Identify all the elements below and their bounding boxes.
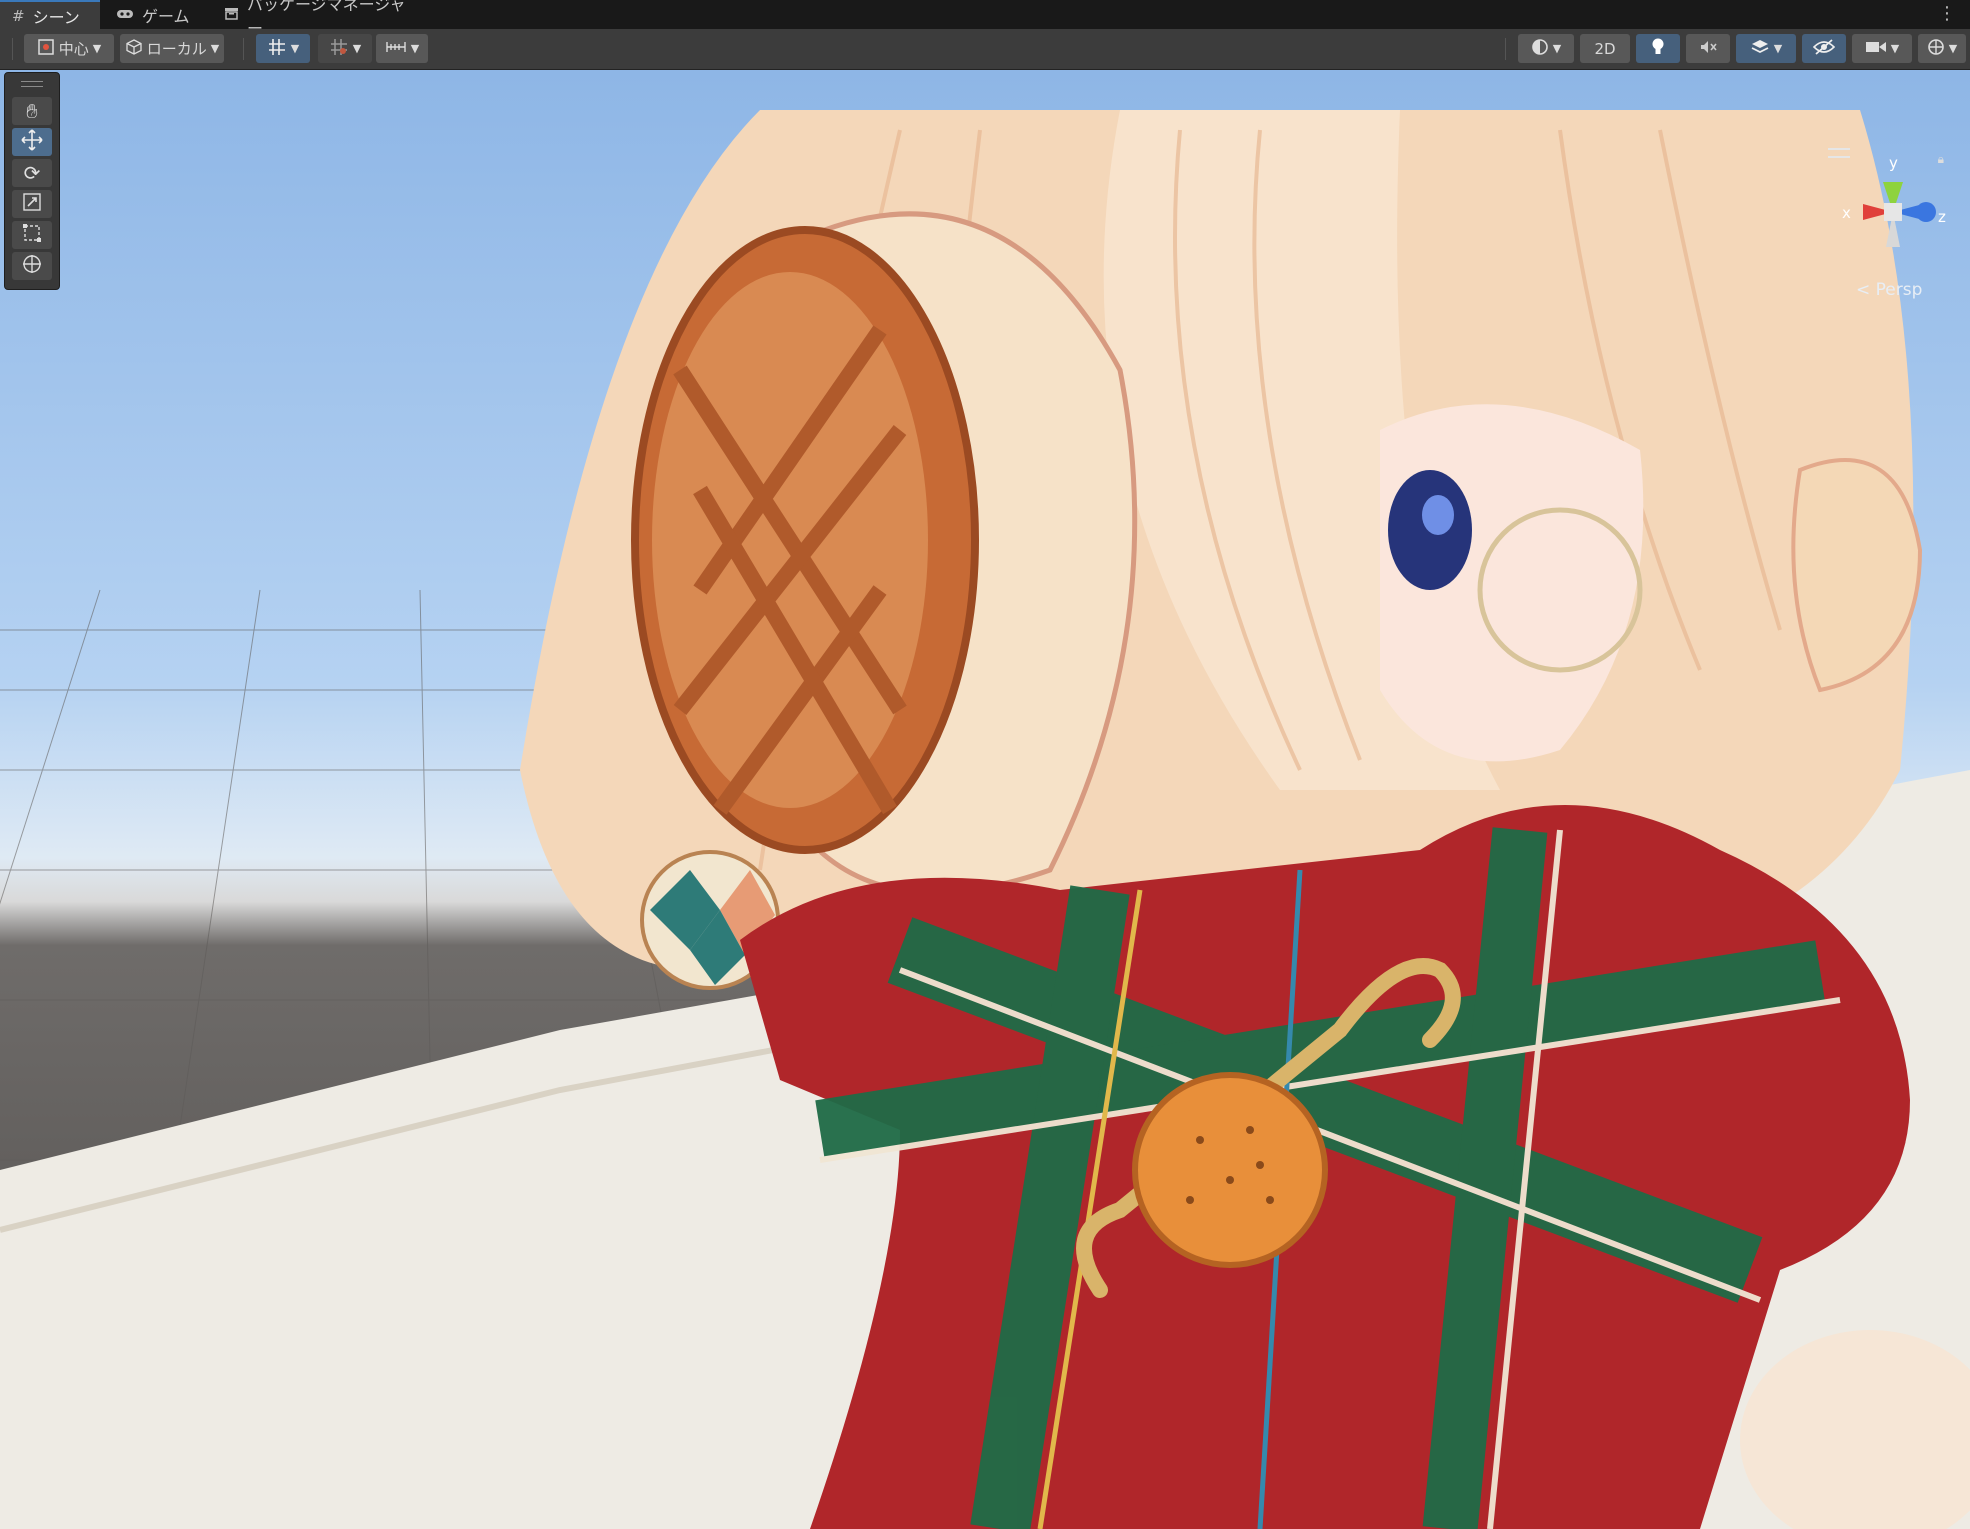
scale-icon	[22, 192, 42, 217]
pivot-mode-label: 中心	[58, 40, 89, 58]
chevron-down-icon: ▼	[1773, 42, 1783, 55]
toolbar-divider	[1505, 38, 1506, 60]
waffle-earmuff	[631, 226, 979, 854]
draw-mode-dropdown[interactable]: ▼	[1518, 34, 1574, 63]
editor-tab-bar: # シーン ゲーム パッケージマネージャー ⋮	[0, 0, 1970, 38]
gizmos-dropdown[interactable]: ▼	[1918, 34, 1966, 63]
toolbar-divider	[243, 38, 244, 60]
gizmo-y-label: y	[1889, 154, 1898, 172]
move-arrows-icon	[21, 128, 43, 156]
ruler-icon	[385, 39, 407, 59]
lighting-toggle[interactable]	[1636, 34, 1680, 63]
lock-icon[interactable]: 🔒︎	[1938, 152, 1944, 167]
drag-handle-icon[interactable]	[21, 81, 43, 87]
package-icon	[224, 6, 239, 24]
rect-tool-button[interactable]	[12, 221, 52, 249]
light-bulb-icon	[1650, 37, 1666, 61]
toolbar-divider	[12, 38, 13, 60]
chevron-down-icon: ▼	[210, 42, 220, 55]
increment-snap-icon	[329, 37, 349, 61]
chevron-down-icon: ▼	[1552, 42, 1562, 55]
gamepad-icon	[116, 6, 134, 24]
gizmo-x-label: x	[1842, 204, 1851, 222]
ruler-toggle[interactable]: ▼	[376, 34, 428, 63]
scene-viewport[interactable]: y x z 🔒︎ < Persp	[0, 70, 1970, 1529]
view-tool-button[interactable]: ✋︎	[12, 97, 52, 125]
chevron-down-icon: ▼	[1890, 42, 1900, 55]
local-cube-icon	[125, 38, 143, 60]
layers-icon	[1750, 38, 1770, 60]
2d-mode-label: 2D	[1594, 39, 1616, 58]
cookie	[1132, 1072, 1328, 1268]
transform-tool-button[interactable]	[12, 252, 52, 280]
pivot-icon	[37, 38, 55, 60]
projection-label[interactable]: < Persp	[1856, 280, 1922, 300]
projection-text: Persp	[1875, 280, 1923, 300]
chevron-down-icon: ▼	[1948, 42, 1958, 55]
camera-icon	[1865, 40, 1887, 58]
scene-visibility-toggle[interactable]	[1802, 34, 1846, 63]
chevron-down-icon: ▼	[290, 42, 300, 55]
2d-mode-toggle[interactable]: 2D	[1580, 34, 1630, 63]
eye-slash-icon	[1812, 38, 1836, 59]
rotate-icon: ⟳	[23, 161, 41, 185]
tools-overlay: ✋︎ ⟳	[4, 72, 60, 290]
hand-icon: ✋︎	[26, 99, 38, 123]
scene-toolbar: 中心 ▼ ローカル ▼ ▼ ▼ ▼ ▼ 2D ▼ ▼ ▼	[0, 29, 1970, 70]
scale-tool-button[interactable]	[12, 190, 52, 218]
pivot-mode-dropdown[interactable]: 中心 ▼	[24, 34, 114, 63]
chevron-down-icon: ▼	[92, 42, 102, 55]
tab-scene-label: シーン	[32, 7, 80, 27]
speaker-muted-icon	[1698, 38, 1718, 60]
rect-transform-icon	[22, 223, 42, 248]
increment-snap-toggle[interactable]: ▼	[318, 34, 372, 63]
move-tool-button[interactable]	[12, 128, 52, 156]
tab-package-manager[interactable]: パッケージマネージャー	[212, 0, 422, 38]
pivot-rotation-label: ローカル	[146, 40, 207, 58]
orientation-gizmo[interactable]: y x z 🔒︎ < Persp	[1838, 152, 1948, 302]
camera-settings-dropdown[interactable]: ▼	[1852, 34, 1912, 63]
chevron-down-icon: ▼	[410, 42, 420, 55]
rotate-tool-button[interactable]: ⟳	[12, 159, 52, 187]
more-options-icon[interactable]: ⋮	[1938, 3, 1956, 24]
effects-dropdown[interactable]: ▼	[1736, 34, 1796, 63]
scene-render	[0, 110, 1970, 1529]
grid-snap-toggle[interactable]: ▼	[256, 34, 310, 63]
transform-icon	[21, 253, 43, 280]
gizmo-globe-icon	[1927, 38, 1945, 60]
audio-toggle[interactable]	[1686, 34, 1730, 63]
grid-icon: #	[12, 6, 25, 25]
chevron-down-icon: ▼	[352, 42, 362, 55]
pivot-rotation-dropdown[interactable]: ローカル ▼	[120, 34, 224, 63]
grid-snap-icon	[267, 37, 287, 61]
tab-game[interactable]: ゲーム	[104, 0, 204, 29]
tab-scene[interactable]: # シーン	[0, 0, 100, 29]
shading-sphere-icon	[1531, 38, 1549, 60]
tab-game-label: ゲーム	[142, 6, 190, 26]
gizmo-z-label: z	[1938, 208, 1946, 226]
